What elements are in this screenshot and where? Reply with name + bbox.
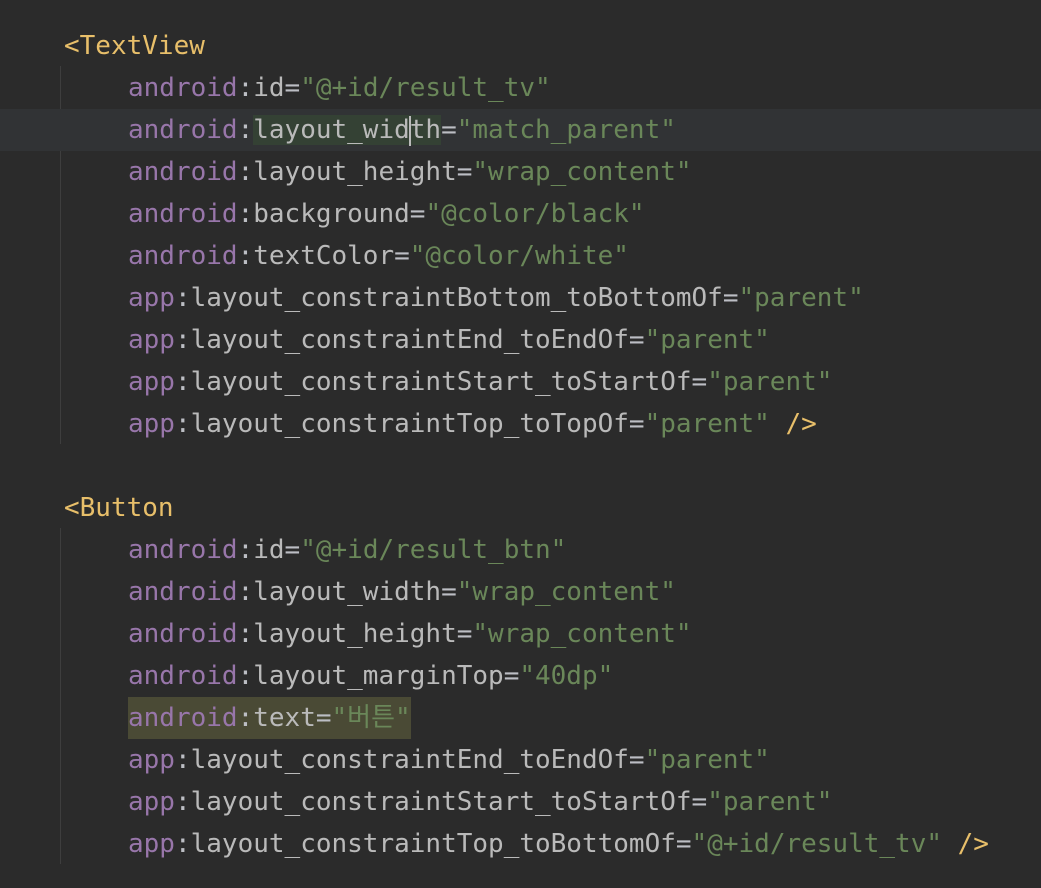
attr-name-after-caret: th bbox=[409, 115, 442, 145]
attr-value: "wrap_content" bbox=[456, 577, 676, 607]
attr-name: layout_constraintEnd_toEndOf bbox=[190, 325, 629, 355]
attr-namespace: android bbox=[128, 199, 238, 229]
code-line[interactable]: android:layout_height="wrap_content" bbox=[0, 613, 1041, 655]
attr-namespace: app bbox=[128, 745, 175, 775]
code-line-current[interactable]: android:layout_width="match_parent" bbox=[0, 109, 1041, 151]
attr-value: "wrap_content" bbox=[472, 619, 692, 649]
attr-namespace: android bbox=[128, 703, 238, 733]
attr-name: id bbox=[253, 73, 285, 103]
attr-namespace: app bbox=[128, 283, 175, 313]
code-editor[interactable]: <TextView android:id="@+id/result_tv" an… bbox=[0, 0, 1041, 888]
attr-name: background bbox=[253, 199, 410, 229]
code-line[interactable]: app:layout_constraintStart_toStartOf="pa… bbox=[0, 361, 1041, 403]
attr-name: layout_constraintBottom_toBottomOf bbox=[190, 283, 723, 313]
attr-value: "@color/white" bbox=[409, 241, 629, 271]
code-line[interactable]: android:id="@+id/result_tv" bbox=[0, 67, 1041, 109]
tag-self-close: /> bbox=[785, 409, 817, 439]
attr-namespace: android bbox=[128, 241, 238, 271]
attr-namespace: app bbox=[128, 325, 175, 355]
code-line[interactable]: android:text="버튼" bbox=[0, 697, 1041, 739]
code-line[interactable]: app:layout_constraintBottom_toBottomOf="… bbox=[0, 277, 1041, 319]
code-line[interactable]: app:layout_constraintEnd_toEndOf="parent… bbox=[0, 319, 1041, 361]
attr-name: text bbox=[253, 703, 316, 733]
attr-value: "match_parent" bbox=[456, 115, 676, 145]
attr-value: "@+id/result_tv" bbox=[300, 73, 551, 103]
code-line[interactable]: app:layout_constraintStart_toStartOf="pa… bbox=[0, 781, 1041, 823]
attr-value: "parent" bbox=[644, 409, 770, 439]
code-line[interactable]: android:background="@color/black" bbox=[0, 193, 1041, 235]
attr-namespace: app bbox=[128, 409, 175, 439]
attr-namespace: android bbox=[128, 157, 238, 187]
attr-name: layout_constraintTop_toBottomOf bbox=[190, 829, 676, 859]
code-line[interactable]: android:id="@+id/result_btn" bbox=[0, 529, 1041, 571]
attr-name: layout_marginTop bbox=[253, 661, 504, 691]
attr-namespace: app bbox=[128, 787, 175, 817]
code-line[interactable]: android:layout_marginTop="40dp" bbox=[0, 655, 1041, 697]
attr-value: "parent" bbox=[707, 787, 833, 817]
attr-value: "wrap_content" bbox=[472, 157, 692, 187]
attr-value: "버튼" bbox=[331, 703, 411, 733]
attr-namespace: android bbox=[128, 661, 238, 691]
attr-value: "@+id/result_tv" bbox=[691, 829, 942, 859]
tag-open-button: <Button bbox=[64, 493, 174, 523]
attr-name: id bbox=[253, 535, 285, 565]
attr-name: layout_height bbox=[253, 619, 457, 649]
attr-name: layout_height bbox=[253, 157, 457, 187]
attr-name: textColor bbox=[253, 241, 395, 271]
code-line[interactable]: android:textColor="@color/white" bbox=[0, 235, 1041, 277]
attr-namespace: android bbox=[128, 535, 238, 565]
attr-namespace: app bbox=[128, 829, 175, 859]
code-line[interactable]: app:layout_constraintEnd_toEndOf="parent… bbox=[0, 739, 1041, 781]
attr-name: layout_constraintStart_toStartOf bbox=[190, 367, 692, 397]
code-line[interactable]: <Button bbox=[0, 487, 1041, 529]
attr-namespace: app bbox=[128, 367, 175, 397]
code-line[interactable]: <TextView bbox=[0, 25, 1041, 67]
code-line[interactable]: app:layout_constraintTop_toBottomOf="@+i… bbox=[0, 823, 1041, 865]
attr-namespace: android bbox=[128, 577, 238, 607]
attr-value: "parent" bbox=[738, 283, 864, 313]
attr-name: layout_constraintStart_toStartOf bbox=[190, 787, 692, 817]
attr-name: layout_constraintEnd_toEndOf bbox=[190, 745, 629, 775]
attr-name: layout_constraintTop_toTopOf bbox=[190, 409, 629, 439]
code-line[interactable]: android:layout_height="wrap_content" bbox=[0, 151, 1041, 193]
attr-name: layout_width bbox=[253, 577, 442, 607]
code-line[interactable]: app:layout_constraintTop_toTopOf="parent… bbox=[0, 403, 1041, 445]
tag-self-close: /> bbox=[957, 829, 989, 859]
attr-namespace: android bbox=[128, 73, 238, 103]
tag-open-textview: <TextView bbox=[64, 31, 205, 61]
attr-name-before-caret: layout_wid bbox=[253, 115, 410, 145]
attr-value: "parent" bbox=[644, 745, 770, 775]
attr-namespace: android bbox=[128, 115, 238, 145]
attr-value: "@+id/result_btn" bbox=[300, 535, 567, 565]
attr-value: "@color/black" bbox=[425, 199, 645, 229]
attr-namespace: android bbox=[128, 619, 238, 649]
attr-value: "parent" bbox=[644, 325, 770, 355]
code-line[interactable]: android:layout_width="wrap_content" bbox=[0, 571, 1041, 613]
highlighted-attribute: android:text="버튼" bbox=[128, 697, 411, 739]
attr-value: "parent" bbox=[707, 367, 833, 397]
attr-value: "40dp" bbox=[519, 661, 614, 691]
attr-name: layout_width bbox=[253, 115, 442, 146]
